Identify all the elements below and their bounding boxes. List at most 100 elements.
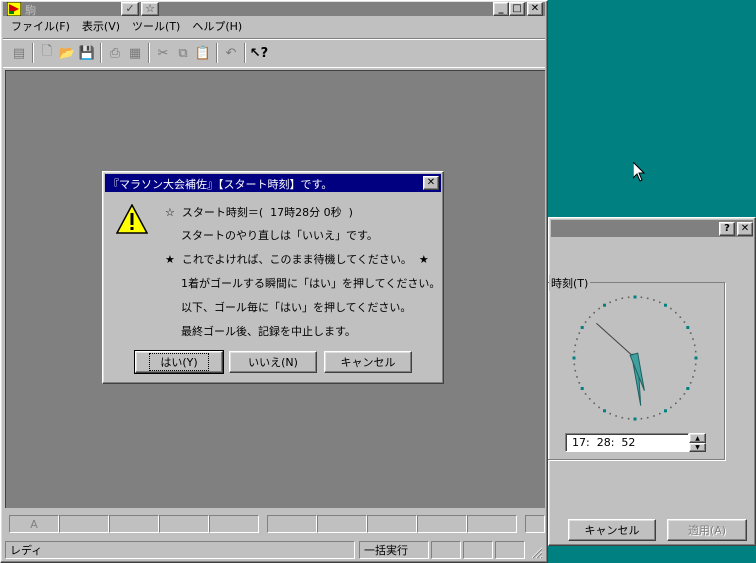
clock-minute-mark [576,376,578,378]
clock-minute-mark [615,415,617,417]
clock-minute-mark [598,307,600,310]
clock-hour-mark [664,409,667,413]
minimize-button[interactable]: _ [493,2,509,16]
menu-view[interactable]: 表示(V) [82,18,120,34]
time-spin-up[interactable]: ▲ [689,433,706,443]
cut-icon[interactable]: ✂ [153,43,173,63]
clock-hour-mark [580,326,584,329]
message-dialog: 『マラソン大会補佐』【スタート時刻】です。 ✕ ☆ スタート時刻＝( 17時28… [102,171,444,384]
copy-icon[interactable]: ⧉ [173,43,193,63]
time-cancel-button[interactable]: キャンセル [568,519,656,541]
dialog-line-first-goal: 1着がゴールする瞬間に「はい」を押してください。 [181,277,441,290]
print-preview-icon[interactable]: ▦ [125,43,145,63]
clock-minute-mark [689,382,692,384]
dialog-line-redo: スタートのやり直しは「いいえ」です。 [181,229,378,242]
clock-minute-mark [588,398,591,400]
close-button-bg[interactable]: ✕ [737,222,753,236]
title-toolbar-check[interactable]: ✓ [121,2,139,16]
sheet-tab[interactable] [59,515,109,533]
dialog-line-start-time: ☆ スタート時刻＝( 17時28分 0秒 ) [165,206,353,219]
main-titlebar: 駒 ✓ ☆ _ □ ✕ [3,2,545,17]
status-text: レディ [5,541,355,559]
clock-minute-mark [588,316,591,318]
clock-minute-mark [693,369,696,372]
menu-help[interactable]: ヘルプ(H) [192,18,242,34]
clock-hour-mark [603,409,606,413]
help-button[interactable]: ? [719,222,735,236]
menu-file[interactable]: ファイル(F) [11,18,70,34]
new-file-icon[interactable]: 🗋 [37,43,57,63]
clock-minute-mark [640,417,643,420]
size-grip-icon[interactable] [531,547,543,559]
undo-icon[interactable]: ↶ [221,43,241,63]
sheet-tab[interactable] [209,515,259,533]
print-icon[interactable]: ⎙ [105,43,125,63]
clock-second-hand [596,322,636,359]
open-folder-icon[interactable]: 📂 [57,43,77,63]
status-batch: 一括実行 [364,544,408,557]
clock-hour-mark [686,387,690,390]
toolbar-separator [244,43,246,63]
no-button[interactable]: いいえ(N) [229,351,317,373]
clock-minute-mark [593,402,595,405]
clock-minute-mark [576,338,578,340]
dialog-close-button[interactable]: ✕ [423,176,439,190]
clock-hour-mark [686,326,690,329]
paste-icon[interactable]: 📋 [193,43,213,63]
status-bar: レディ 一括実行 [3,539,545,561]
clock-minute-mark [683,321,686,323]
maximize-button[interactable]: □ [509,2,525,16]
clock-minute-mark [675,402,677,405]
clock-minute-mark [653,299,655,301]
clock-minute-mark [609,301,611,304]
warning-icon [116,204,148,234]
context-help-icon[interactable]: ↖? [249,43,269,63]
clock-minute-mark [584,393,587,395]
sheet-tab[interactable] [525,515,545,533]
time-input[interactable]: 17: 28: 52 [565,433,689,452]
sheet-tab[interactable] [109,515,159,533]
clock-minute-mark [578,382,581,384]
clock-minute-mark [584,321,587,323]
time-spin-down[interactable]: ▼ [689,443,706,452]
printer-setup-icon[interactable]: ▤ [9,43,29,63]
main-close-button[interactable]: ✕ [527,2,543,16]
dialog-title: 『マラソン大会補佐』【スタート時刻】です。 [108,178,333,191]
toolbar: ▤ 🗋 📂 💾 ⎙ ▦ ✂ ⧉ 📋 ↶ ↖? [3,38,545,68]
sheet-tab[interactable] [267,515,317,533]
apply-button[interactable]: 適用(A) [667,519,747,541]
clock-minute-mark [573,350,576,353]
clock-minute-mark [627,296,630,299]
clock-minute-mark [593,311,595,314]
sheet-tab[interactable] [317,515,367,533]
clock-minute-mark [627,417,630,420]
dialog-titlebar: 『マラソン大会補佐』【スタート時刻】です。 ✕ [105,174,441,192]
clock-minute-mark [670,406,672,409]
sheet-tab-strip: A [9,515,545,533]
main-title: 駒 [25,4,36,17]
clock-minute-mark [646,416,649,419]
clock-minute-mark [615,299,617,301]
sheet-tab[interactable] [417,515,467,533]
sheet-tab[interactable] [467,515,517,533]
clock-minute-mark [692,376,694,378]
save-icon[interactable]: 💾 [77,43,97,63]
clock-minute-mark [679,398,682,400]
yes-button[interactable]: はい(Y) [134,350,224,374]
sheet-tab[interactable] [159,515,209,533]
clock-minute-mark [578,332,581,334]
dialog-cancel-button[interactable]: キャンセル [324,351,412,373]
clock-minute-mark [574,344,577,347]
title-toolbar-star[interactable]: ☆ [141,2,159,16]
dialog-line-stop: 最終ゴール後、記録を中止します。 [181,325,356,338]
toolbar-separator [216,43,218,63]
sheet-tab[interactable] [367,515,417,533]
clock-minute-mark [692,338,694,340]
clock-minute-mark [659,412,661,415]
sheet-tab-a[interactable]: A [9,515,59,533]
clock-hour-mark [633,417,637,421]
app-icon [7,2,21,16]
menu-tools[interactable]: ツール(T) [132,18,180,34]
clock-hour-mark [633,295,637,299]
clock-minute-mark [679,316,682,318]
